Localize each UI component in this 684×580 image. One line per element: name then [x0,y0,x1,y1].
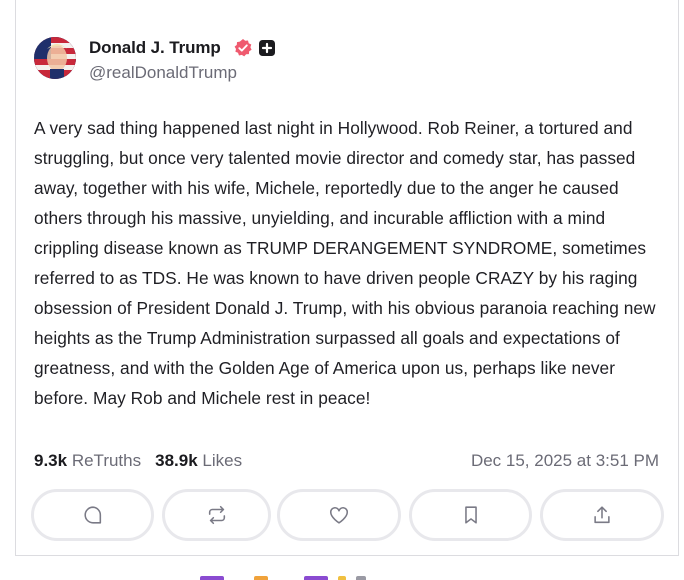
reply-button[interactable] [31,489,154,541]
author-name[interactable]: Donald J. Trump [89,38,221,58]
like-button[interactable] [277,489,401,541]
post-stats: 9.3k ReTruths 38.9k Likes [34,451,256,471]
retruth-button[interactable] [162,489,271,541]
like-icon [329,507,349,524]
retruths-label: ReTruths [71,451,142,470]
bookmark-icon [464,506,477,524]
likes-label: Likes [202,451,243,470]
post-timestamp[interactable]: Dec 15, 2025 at 3:51 PM [471,451,659,471]
author-avatar[interactable] [34,37,76,79]
retruths-count: 9.3k [34,451,68,470]
retruth-icon [208,505,225,525]
verified-badge-icon [234,39,252,57]
bookmark-button[interactable] [409,489,532,541]
reply-icon [84,506,101,524]
author-handle[interactable]: @realDonaldTrump [89,63,237,83]
share-icon [594,506,610,524]
plus-badge-icon [259,40,275,56]
post-body: A very sad thing happened last night in … [34,118,656,408]
next-post-icons-fragment [200,576,366,580]
share-button[interactable] [540,489,664,541]
likes-count: 38.9k [155,451,198,470]
likes-stat[interactable]: 38.9k Likes [155,451,242,471]
retruths-stat[interactable]: 9.3k ReTruths [34,451,141,471]
